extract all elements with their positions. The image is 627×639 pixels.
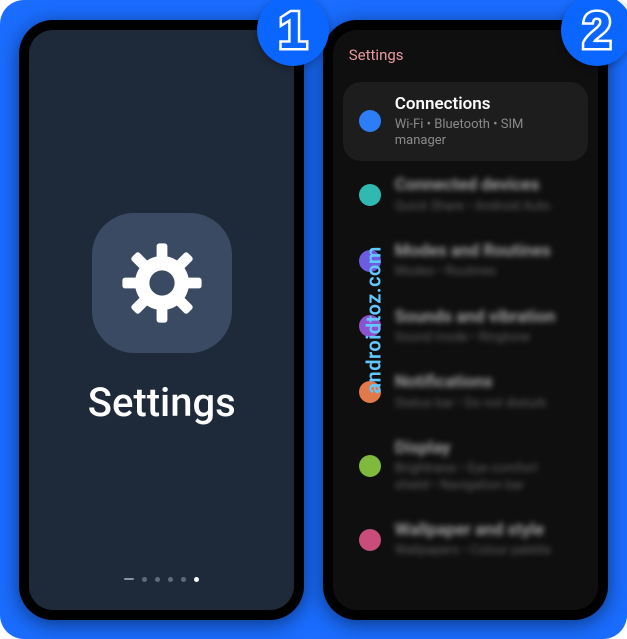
settings-item-subtitle: Status bar • Do not disturb xyxy=(395,396,572,412)
pager-dot-active xyxy=(194,577,199,582)
step-number-2: 2 xyxy=(583,2,612,60)
step-number-1: 1 xyxy=(279,2,308,60)
settings-item-title: Modes and Routines xyxy=(395,241,572,261)
settings-item-title: Wallpaper and style xyxy=(395,520,572,540)
settings-item-title: Connected devices xyxy=(395,175,572,195)
settings-title: Settings xyxy=(333,36,598,80)
settings-item-text: Connected devices Quick Share • Android A… xyxy=(395,175,572,215)
settings-item[interactable]: Connections Wi-Fi • Bluetooth • SIM manag… xyxy=(343,82,588,162)
settings-item-subtitle: Brightness • Eye comfort shield • Naviga… xyxy=(395,461,572,494)
settings-item[interactable]: Connected devices Quick Share • Android A… xyxy=(343,163,588,227)
pager-dot xyxy=(168,577,173,582)
settings-app-label: Settings xyxy=(88,379,236,426)
settings-item-icon xyxy=(359,110,381,132)
settings-item-subtitle: Quick Share • Android Auto xyxy=(395,199,572,215)
watermark: androidtoz.com xyxy=(362,246,386,393)
step-badge-1: 1 xyxy=(257,0,329,66)
pager-dot xyxy=(155,577,160,582)
settings-item-subtitle: Wallpapers • Colour palette xyxy=(395,543,572,559)
settings-item-subtitle: Sound mode • Ringtone xyxy=(395,330,572,346)
settings-item-text: Modes and Routines Modes • Routines xyxy=(395,241,572,281)
settings-item-icon xyxy=(359,455,381,477)
pager-dot xyxy=(181,577,186,582)
settings-item-icon xyxy=(359,529,381,551)
phone-step-1: Settings xyxy=(19,20,304,620)
settings-item-subtitle: Wi-Fi • Bluetooth • SIM manager xyxy=(395,117,572,150)
settings-item-title: Connections xyxy=(395,94,572,114)
gear-icon xyxy=(117,238,207,328)
settings-item-subtitle: Modes • Routines xyxy=(395,264,572,280)
settings-item-icon xyxy=(359,184,381,206)
settings-item-text: Connections Wi-Fi • Bluetooth • SIM manag… xyxy=(395,94,572,150)
settings-item-text: Sounds and vibration Sound mode • Rington… xyxy=(395,307,572,347)
pager-dash xyxy=(124,578,134,580)
settings-item[interactable]: Wallpaper and style Wallpapers • Colour p… xyxy=(343,508,588,572)
pager-dot xyxy=(142,577,147,582)
settings-item-text: Display Brightness • Eye comfort shield •… xyxy=(395,438,572,494)
settings-item-title: Display xyxy=(395,438,572,458)
settings-item-title: Sounds and vibration xyxy=(395,307,572,327)
step-badge-2: 2 xyxy=(561,0,627,66)
settings-item-title: Notifications xyxy=(395,372,572,392)
settings-item[interactable]: Display Brightness • Eye comfort shield •… xyxy=(343,426,588,506)
tutorial-canvas: Settings Settings Connections Wi-Fi • Blu… xyxy=(0,0,627,639)
settings-app-icon[interactable] xyxy=(92,213,232,353)
home-screen[interactable]: Settings xyxy=(29,30,294,610)
settings-item-text: Notifications Status bar • Do not disturb xyxy=(395,372,572,412)
home-pager[interactable] xyxy=(29,577,294,582)
settings-item-text: Wallpaper and style Wallpapers • Colour p… xyxy=(395,520,572,560)
